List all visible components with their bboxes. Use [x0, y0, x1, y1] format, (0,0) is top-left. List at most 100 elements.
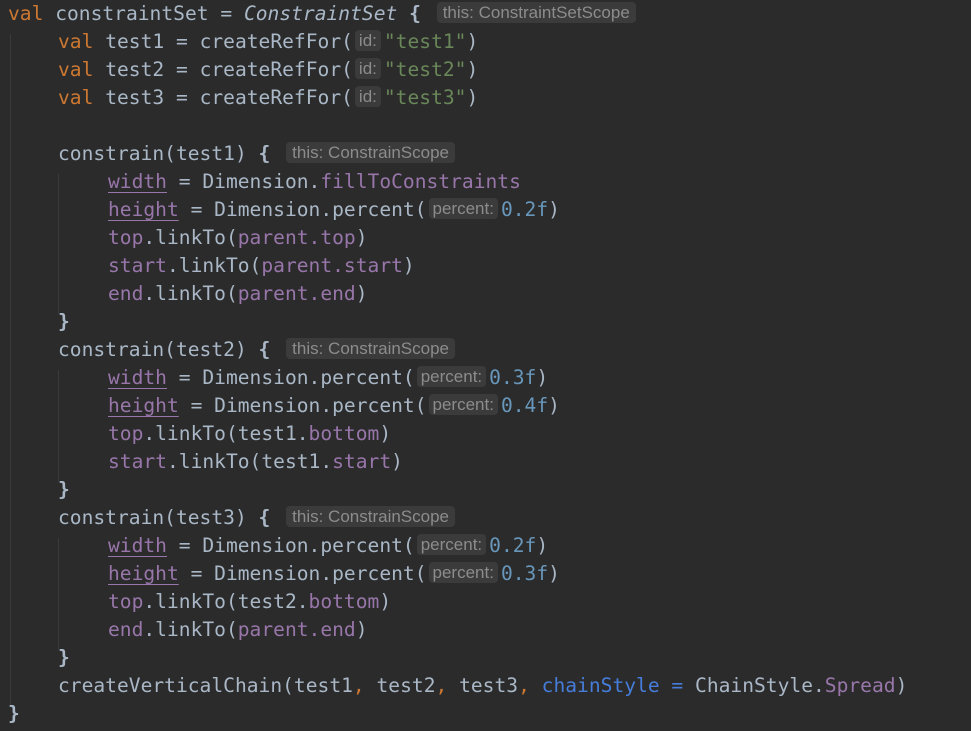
link-call: .linkTo( — [143, 590, 238, 613]
code-line-14[interactable]: width = Dimension.percent(percent: 0.3f) — [108, 364, 548, 392]
code-line-13[interactable]: constrain(test2) { this: ConstrainScope — [58, 336, 457, 364]
link-member: bottom — [308, 590, 380, 613]
code-line-7[interactable]: width = Dimension.fillToConstraints — [108, 168, 521, 196]
indent-guide — [58, 370, 59, 482]
close-brace: } — [8, 702, 20, 725]
code-line-24[interactable]: } — [58, 644, 70, 672]
anchor-target: end — [108, 618, 144, 641]
close-brace: } — [58, 646, 70, 669]
code-line-17[interactable]: start.linkTo(test1.start) — [108, 448, 403, 476]
code-line-18[interactable]: } — [58, 476, 70, 504]
property-width: width — [108, 170, 167, 193]
equals-sign: = — [178, 366, 191, 389]
code-line-23[interactable]: end.linkTo(parent.end) — [108, 616, 368, 644]
property-height: height — [108, 394, 179, 417]
indent-guide — [10, 34, 11, 706]
close-paren: ) — [548, 394, 560, 417]
code-line-15[interactable]: height = Dimension.percent(percent: 0.4f) — [108, 392, 560, 420]
code-line-26[interactable]: } — [8, 700, 20, 728]
function-call: Dimension.percent( — [214, 394, 427, 417]
link-member: parent.end — [237, 282, 356, 305]
equals-sign: = — [178, 534, 191, 557]
chain-arg: test3 — [447, 674, 519, 697]
close-paren: ) — [466, 30, 479, 53]
inlay-hint-param: id: — [354, 30, 381, 51]
code-line-25[interactable]: createVerticalChain(test1, test2, test3,… — [58, 672, 907, 700]
function-call: createRefFor( — [199, 86, 353, 109]
link-member: parent.end — [237, 618, 356, 641]
comma: , — [518, 674, 530, 697]
function-call: Dimension.percent( — [214, 198, 427, 221]
named-arg-chain-style: chainStyle — [541, 674, 660, 697]
equals-sign: = — [190, 198, 203, 221]
link-member: bottom — [308, 422, 380, 445]
link-member: start — [332, 450, 392, 473]
link-call: .linkTo( — [143, 226, 238, 249]
close-paren: ) — [402, 254, 415, 277]
indent-guide — [58, 538, 59, 650]
anchor-target: top — [108, 422, 144, 445]
open-brace: { — [258, 338, 271, 361]
link-call: .linkTo( — [143, 422, 238, 445]
string-literal: "test2" — [383, 58, 467, 81]
variable-name: test1 — [105, 30, 165, 53]
inlay-hint-scope: this: ConstraintSetScope — [436, 2, 636, 23]
link-member: parent.top — [237, 226, 356, 249]
code-line-6[interactable]: constrain(test1) { this: ConstrainScope — [58, 140, 457, 168]
type-constraint-set: ConstraintSet — [243, 2, 398, 25]
dimension-ref: Dimension. — [202, 170, 321, 193]
inlay-hint-param: percent: — [416, 534, 487, 555]
close-paren: ) — [355, 618, 368, 641]
link-call: .linkTo( — [166, 254, 262, 277]
number-literal: 0.3f — [489, 366, 537, 389]
number-literal: 0.4f — [500, 394, 549, 417]
close-paren: ) — [379, 590, 392, 613]
variable-name: test3 — [105, 86, 165, 109]
code-line-16[interactable]: top.linkTo(test1.bottom) — [108, 420, 391, 448]
function-call: Dimension.percent( — [202, 366, 415, 389]
code-line-1[interactable]: val constraintSet = ConstraintSet { this… — [8, 0, 638, 28]
link-member: parent.start — [261, 254, 403, 277]
close-paren: ) — [355, 226, 368, 249]
code-line-12[interactable]: } — [58, 308, 70, 336]
code-editor[interactable]: val constraintSet = ConstraintSet { this… — [0, 0, 971, 731]
code-line-11[interactable]: end.linkTo(parent.end) — [108, 280, 368, 308]
close-paren: ) — [548, 198, 560, 221]
link-call: .linkTo( — [143, 282, 238, 305]
link-call: .linkTo( — [166, 450, 262, 473]
code-line-19[interactable]: constrain(test3) { this: ConstrainScope — [58, 504, 457, 532]
code-line-9[interactable]: top.linkTo(parent.top) — [108, 224, 368, 252]
code-line-8[interactable]: height = Dimension.percent(percent: 0.2f) — [108, 196, 560, 224]
equals-sign: = — [175, 86, 188, 109]
open-brace: { — [258, 506, 271, 529]
inlay-hint-param: percent: — [428, 562, 498, 583]
code-line-22[interactable]: top.linkTo(test2.bottom) — [108, 588, 391, 616]
code-line-21[interactable]: height = Dimension.percent(percent: 0.3f) — [108, 560, 560, 588]
anchor-target: start — [108, 450, 167, 473]
equals-sign: = — [175, 58, 188, 81]
inlay-hint-param: id: — [354, 86, 381, 107]
function-call: Dimension.percent( — [214, 562, 427, 585]
code-line-2[interactable]: val test1 = createRefFor(id: "test1") — [58, 28, 478, 56]
code-line-10[interactable]: start.linkTo(parent.start) — [108, 252, 415, 280]
open-brace: { — [409, 2, 421, 25]
inlay-hint-scope: this: ConstrainScope — [286, 142, 456, 163]
property-width: width — [108, 534, 167, 557]
function-call: createRefFor( — [199, 58, 353, 81]
equals-sign: = — [659, 674, 696, 697]
property-height: height — [108, 198, 179, 221]
code-line-4[interactable]: val test3 = createRefFor(id: "test3") — [58, 84, 478, 112]
property-width: width — [108, 366, 167, 389]
link-call: .linkTo( — [143, 618, 238, 641]
close-paren: ) — [895, 674, 908, 697]
equals-sign: = — [220, 2, 233, 25]
code-line-3[interactable]: val test2 = createRefFor(id: "test2") — [58, 56, 478, 84]
inlay-hint-scope: this: ConstrainScope — [286, 506, 456, 527]
link-object: test1. — [237, 422, 309, 445]
keyword-val: val — [58, 86, 94, 109]
code-line-20[interactable]: width = Dimension.percent(percent: 0.2f) — [108, 532, 548, 560]
close-paren: ) — [355, 282, 368, 305]
inlay-hint-param: percent: — [428, 198, 498, 219]
variable-name: test2 — [105, 58, 165, 81]
close-brace: } — [58, 310, 70, 333]
